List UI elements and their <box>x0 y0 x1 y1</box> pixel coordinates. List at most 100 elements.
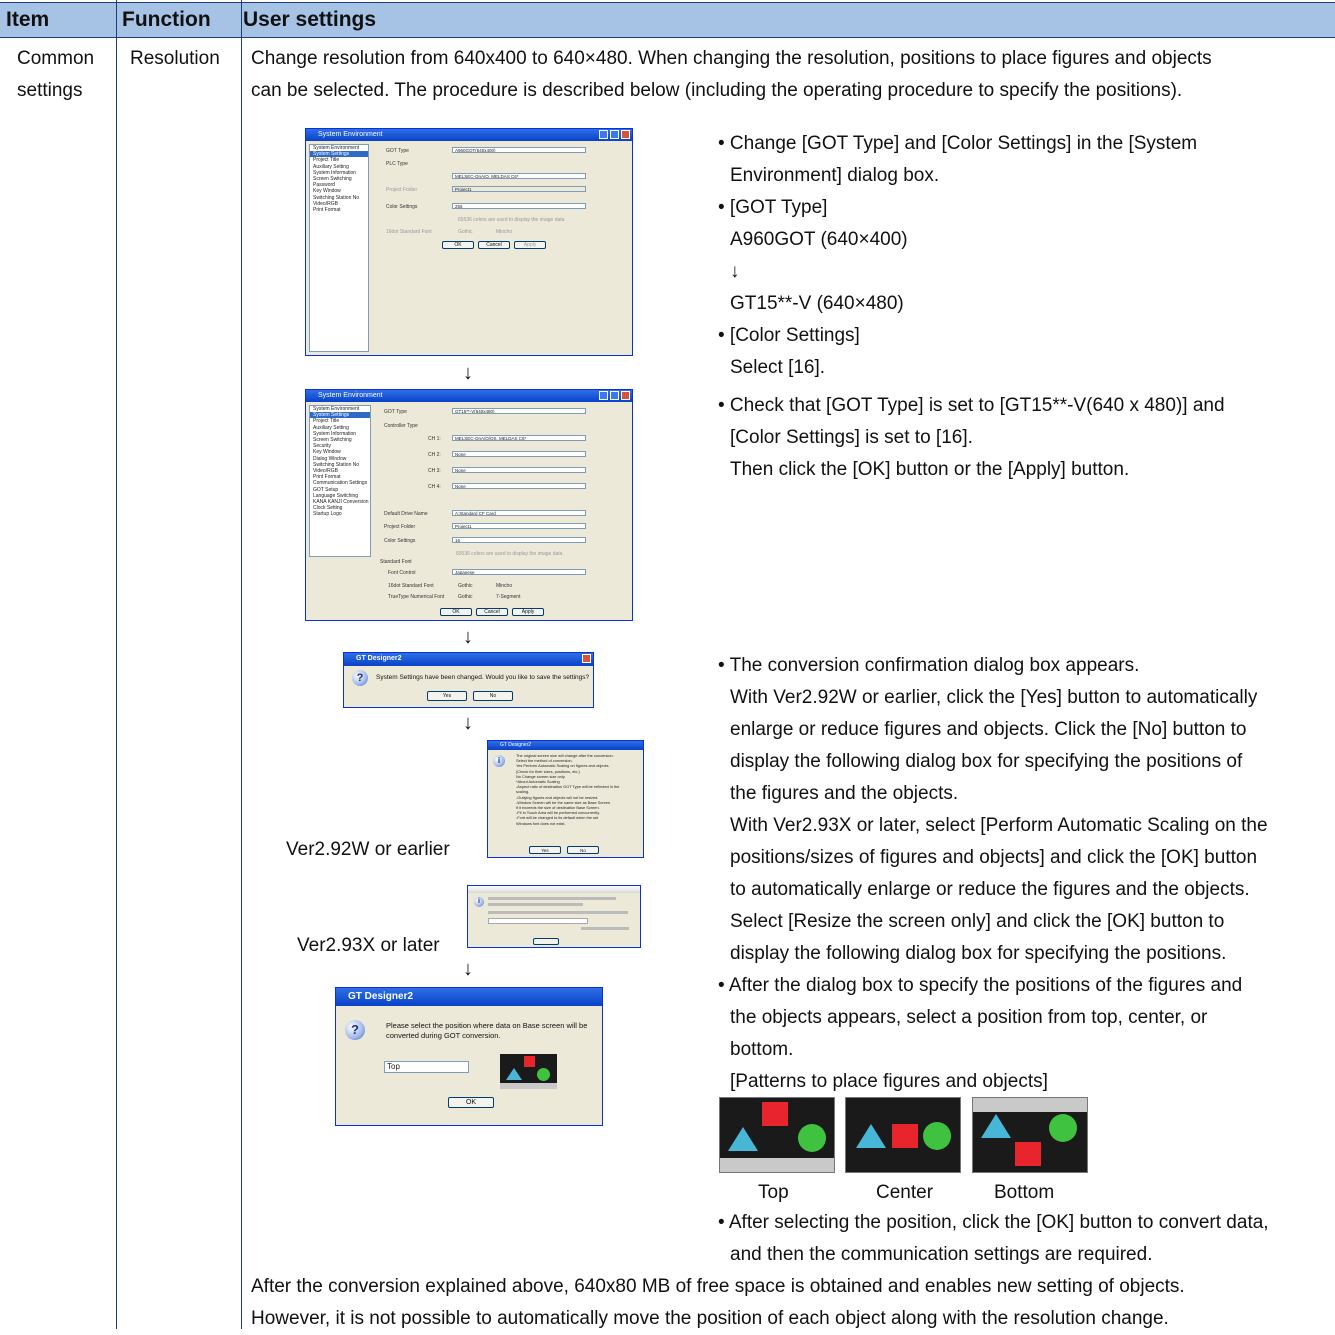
function-cell: Resolution <box>130 48 220 69</box>
settings-tree: System Environment System Settings Proje… <box>309 405 371 557</box>
maximize-icon[interactable] <box>610 391 619 400</box>
close-icon[interactable] <box>582 654 591 663</box>
color-checkbox-label[interactable]: 65536 colors are used to display the ima… <box>456 551 562 557</box>
option-line[interactable] <box>488 911 628 914</box>
patterns-title: [Patterns to place figures and objects] <box>730 1071 1048 1092</box>
column-divider <box>241 0 242 1329</box>
mincho-radio[interactable]: Mincho <box>496 583 512 589</box>
text-line: and then the communication settings are … <box>730 1244 1153 1265</box>
apply-button[interactable]: Apply <box>514 241 546 249</box>
header-user-settings: User settings <box>243 8 377 31</box>
yes-button[interactable]: Yes <box>427 691 467 701</box>
info-icon: i <box>493 755 505 767</box>
ch2-select[interactable]: None <box>452 451 586 457</box>
gothic-radio[interactable]: Gothic <box>458 594 472 600</box>
ok-button[interactable]: OK <box>448 1097 494 1108</box>
cancel-button[interactable]: Cancel <box>478 241 510 249</box>
option-field[interactable] <box>488 918 588 924</box>
pattern-circle <box>1049 1114 1077 1142</box>
window-titlebar: System Environment <box>306 390 632 402</box>
tree-item[interactable]: Communication Settings <box>310 480 370 486</box>
intro-line: can be selected. The procedure is descri… <box>251 80 1183 101</box>
pattern-square <box>1015 1142 1041 1166</box>
color-settings-select[interactable]: 16 <box>452 537 586 543</box>
step-3-text: • The conversion confirmation dialog box… <box>718 650 1330 1098</box>
color-settings-select[interactable]: 256 <box>452 203 586 209</box>
minimize-icon[interactable] <box>599 391 608 400</box>
ch3-select[interactable]: None <box>452 467 586 473</box>
tree-item[interactable]: Print Format <box>310 207 368 213</box>
position-select-dialog: GT Designer2 ? Please select the positio… <box>335 987 603 1126</box>
header-function: Function <box>122 8 211 31</box>
pattern-circle <box>798 1124 826 1152</box>
pattern-label-top: Top <box>758 1182 789 1203</box>
ok-button[interactable]: OK <box>440 608 472 616</box>
position-select[interactable]: Top <box>384 1061 469 1073</box>
ch3-label: CH 3: <box>428 468 441 474</box>
plc-type-select[interactable]: MELSEC-QnA/Q, MELDAS C6* <box>452 173 586 179</box>
pattern-label-bottom: Bottom <box>994 1182 1055 1203</box>
drive-select[interactable]: A:Standard CF Card <box>452 510 586 516</box>
item-text: Common <box>17 48 95 69</box>
message-line <box>488 903 583 906</box>
text-line: With Ver2.93X or later, select [Perform … <box>730 815 1268 836</box>
cancel-button[interactable]: Cancel <box>476 608 508 616</box>
font16-label: 16dot Standard Font <box>388 583 434 589</box>
pattern-bar <box>973 1098 1087 1112</box>
color-checkbox-label[interactable]: 65536 colors are used to display the ima… <box>458 217 564 223</box>
no-button[interactable]: No <box>473 691 513 701</box>
font-control-select[interactable]: Japanese <box>452 569 586 575</box>
dialog-title: GT Designer2 <box>348 991 414 1002</box>
yes-button[interactable]: Yes <box>529 846 561 854</box>
pattern-bar <box>720 1158 834 1172</box>
seg-radio[interactable]: 7-Segment <box>496 594 520 600</box>
maximize-icon[interactable] <box>610 130 619 139</box>
ch1-select[interactable]: MELSEC-QnA/Q/QS, MELDAS C6* <box>452 435 586 441</box>
no-button[interactable]: No <box>567 846 599 854</box>
text-line: the objects appears, select a position f… <box>730 1007 1208 1028</box>
message-line: -Aspect ratio of destination GOT Type wi… <box>516 784 620 790</box>
ok-button[interactable]: OK <box>442 241 474 249</box>
settings-tree: System Environment System Settings Proje… <box>309 144 369 352</box>
preview-bar <box>500 1083 557 1089</box>
footer-paragraph: After the conversion explained above, 64… <box>251 1271 1331 1335</box>
text-line: bottom. <box>730 1039 794 1060</box>
down-arrow-icon: ↓ <box>463 362 473 384</box>
ch4-select[interactable]: None <box>452 483 586 489</box>
message-line: Yes Perform Automatic Scaling on figures… <box>516 763 610 769</box>
message-line <box>581 927 629 930</box>
preview-triangle <box>506 1068 522 1080</box>
item-text: settings <box>17 80 83 101</box>
got-type-select[interactable]: GT15**-V(640x480) <box>452 408 586 414</box>
question-icon: ? <box>345 1020 365 1040</box>
minimize-icon[interactable] <box>599 130 608 139</box>
step-2-text: • Check that [GOT Type] is set to [GT15*… <box>718 390 1330 486</box>
info-icon: i <box>474 897 484 907</box>
text-line: enlarge or reduce figures and objects. C… <box>730 719 1247 740</box>
gothic-radio[interactable]: Gothic <box>458 229 472 235</box>
text-line: display the following dialog box for spe… <box>730 751 1243 772</box>
project-folder-field[interactable]: Project1 <box>452 186 586 192</box>
got-type-select[interactable]: A960GOT(640x400) <box>452 147 586 153</box>
close-icon[interactable] <box>621 391 630 400</box>
down-arrow-icon: ↓ <box>730 261 740 282</box>
text-line: Environment] dialog box. <box>730 165 940 186</box>
text-line: • Change [GOT Type] and [Color Settings]… <box>718 133 1198 154</box>
apply-button[interactable]: Apply <box>512 608 544 616</box>
text-line: • After the dialog box to specify the po… <box>718 975 1243 996</box>
mincho-radio[interactable]: Mincho <box>496 229 512 235</box>
pattern-square <box>762 1102 788 1126</box>
gothic-radio[interactable]: Gothic <box>458 583 472 589</box>
tree-item[interactable]: Startup Logo <box>310 511 370 517</box>
close-icon[interactable] <box>621 130 630 139</box>
truetype-label: TrueType Numerical Font <box>388 594 445 600</box>
text-line: to automatically enlarge or reduce the f… <box>730 879 1250 900</box>
text-line: the figures and the objects. <box>730 783 959 804</box>
message-line <box>488 897 616 900</box>
standard-font-group: Standard Font <box>380 559 412 565</box>
system-environment-window-old: System Environment System Environment Sy… <box>305 128 633 356</box>
project-folder-field[interactable]: Project1 <box>452 523 586 529</box>
dialog-message: The original screen size will change aft… <box>516 753 619 826</box>
ok-button[interactable] <box>533 938 559 945</box>
text-line: [Color Settings] is set to [16]. <box>730 427 973 448</box>
